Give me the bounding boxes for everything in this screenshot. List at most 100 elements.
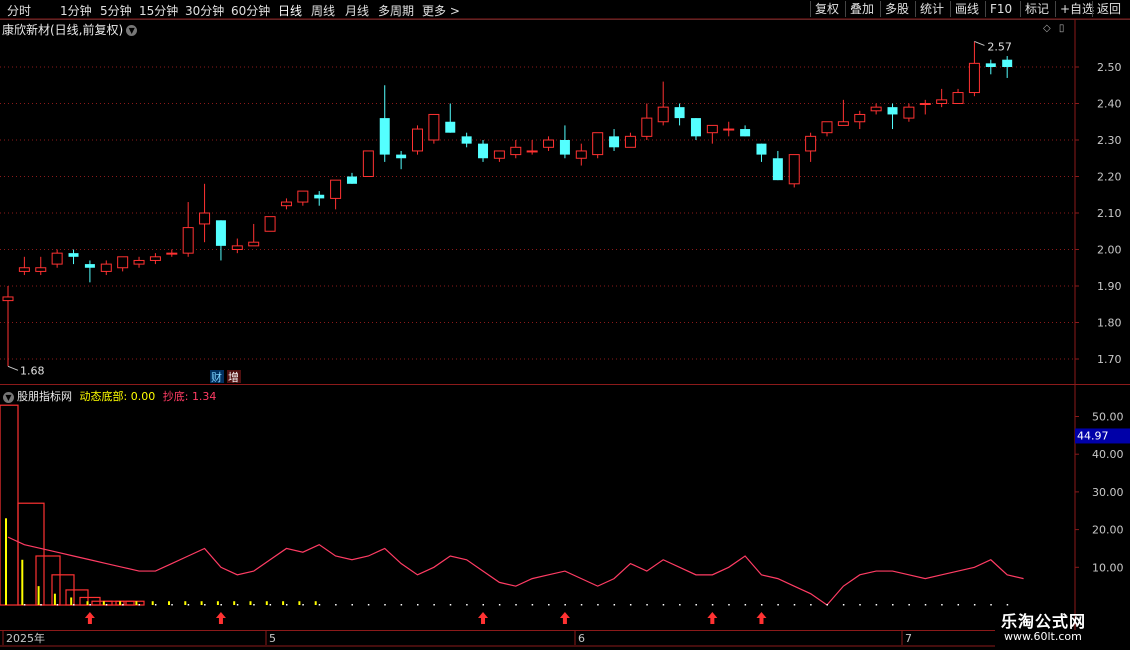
baseline-dot bbox=[826, 604, 828, 606]
candle-body-down bbox=[740, 129, 751, 137]
candle-body-up bbox=[412, 128, 423, 152]
high-marker-line bbox=[974, 40, 985, 46]
candle-body-down bbox=[215, 220, 226, 246]
baseline-dot bbox=[433, 604, 435, 606]
price-tick-label: 2.50 bbox=[1097, 61, 1122, 74]
candle-body-down bbox=[346, 176, 357, 184]
candle-body-up bbox=[493, 150, 505, 159]
buy-arrow-icon bbox=[215, 612, 226, 624]
baseline-dot bbox=[269, 604, 272, 606]
watermark-url: www.60lt.com bbox=[1004, 630, 1082, 643]
baseline-dot bbox=[466, 604, 468, 606]
baseline-dot bbox=[318, 604, 321, 606]
baseline-dot bbox=[548, 604, 550, 606]
candle-body-up bbox=[280, 201, 292, 207]
indicator-tick-label: 30.00 bbox=[1092, 486, 1124, 499]
candle-body-up bbox=[330, 179, 342, 199]
candle-body-up bbox=[2, 296, 14, 302]
candle-body-up bbox=[919, 103, 931, 105]
candle-body-up bbox=[297, 190, 309, 203]
candle-body-up bbox=[723, 128, 735, 131]
candle-body-up bbox=[182, 227, 194, 254]
baseline-dot bbox=[1006, 604, 1009, 606]
date-label: 7 bbox=[905, 632, 912, 645]
baseline-dot bbox=[449, 604, 452, 606]
candle-body-up bbox=[248, 241, 260, 247]
candle-body-up bbox=[624, 135, 636, 148]
baseline-dot bbox=[842, 604, 845, 606]
baseline-dot bbox=[711, 604, 714, 606]
candle-body-up bbox=[149, 256, 161, 261]
baseline-dot bbox=[138, 604, 141, 606]
date-label: 2025年 bbox=[6, 631, 45, 645]
baseline-dot bbox=[236, 604, 239, 606]
candle-body-down bbox=[985, 63, 996, 67]
candle-body-up bbox=[706, 124, 718, 134]
baseline-dot bbox=[564, 604, 566, 606]
baseline-dot bbox=[498, 604, 501, 606]
baseline-dot bbox=[924, 604, 927, 606]
candle-body-down bbox=[609, 136, 620, 148]
baseline-dot bbox=[285, 604, 288, 606]
buy-arrow-icon bbox=[559, 612, 570, 624]
baseline-dot bbox=[482, 604, 485, 606]
candle-body-up bbox=[870, 106, 882, 112]
candle-body-up bbox=[18, 267, 30, 272]
candle-body-up bbox=[133, 259, 145, 265]
indicator-tick-label: 50.00 bbox=[1092, 411, 1124, 424]
baseline-dot bbox=[531, 604, 534, 606]
baseline-dot bbox=[253, 604, 255, 606]
candle-body-up bbox=[821, 121, 833, 134]
baseline-dot bbox=[990, 604, 992, 606]
indicator-tick-label: 40.00 bbox=[1092, 448, 1124, 461]
buy-arrow-icon bbox=[707, 612, 718, 624]
candle-body-down bbox=[68, 253, 79, 257]
indicator-tick-label: 20.00 bbox=[1092, 524, 1124, 537]
price-tick-label: 2.20 bbox=[1097, 171, 1122, 184]
baseline-dot bbox=[875, 604, 878, 606]
date-label: 6 bbox=[578, 632, 585, 645]
candle-body-down bbox=[559, 140, 570, 155]
baseline-dot bbox=[580, 604, 583, 606]
price-tick-label: 2.40 bbox=[1097, 98, 1122, 111]
kline-chart[interactable]: 2.50 2.40 2.30 2.20 2.10 2.00 1.90 1.80 1.70 50.0… bbox=[0, 0, 1130, 650]
baseline-dot bbox=[351, 604, 353, 606]
candle-body-up bbox=[936, 99, 948, 104]
date-label: 5 bbox=[269, 632, 276, 645]
candle-body-up bbox=[575, 150, 587, 159]
price-tick-label: 2.10 bbox=[1097, 207, 1122, 220]
baseline-dot bbox=[679, 604, 681, 606]
low-price-label: 1.68 bbox=[20, 364, 45, 377]
baseline-dot bbox=[613, 604, 616, 606]
candle-body-up bbox=[117, 256, 129, 269]
candle-body-up bbox=[788, 154, 800, 185]
candle-body-down bbox=[445, 121, 456, 133]
baseline-dot bbox=[367, 604, 370, 606]
price-tick-label: 1.80 bbox=[1097, 317, 1122, 330]
baseline-dot bbox=[777, 604, 779, 606]
watermark-text: 乐淘公式网 bbox=[1001, 612, 1087, 631]
baseline-dot bbox=[56, 604, 59, 606]
low-marker-line bbox=[7, 365, 19, 371]
signal-box bbox=[0, 404, 19, 606]
baseline-dot bbox=[122, 604, 124, 606]
indicator-tick-label: 10.00 bbox=[1092, 561, 1124, 574]
signal-box bbox=[125, 600, 145, 606]
candle-body-up bbox=[362, 150, 374, 177]
buy-arrow-icon bbox=[84, 612, 95, 624]
baseline-dot bbox=[171, 604, 173, 606]
candle-body-up bbox=[968, 62, 980, 94]
baseline-dot bbox=[892, 604, 894, 606]
candle-body-up bbox=[264, 216, 276, 232]
buy-arrow-icon bbox=[756, 612, 767, 624]
price-tick-label: 2.00 bbox=[1097, 244, 1122, 257]
baseline-dot bbox=[744, 604, 747, 606]
baseline-dot bbox=[728, 604, 730, 606]
candle-body-up bbox=[854, 113, 866, 123]
baseline-dot bbox=[73, 604, 75, 606]
bottom-fish-line bbox=[7, 536, 1024, 606]
baseline-dot bbox=[302, 604, 304, 606]
baseline-dot bbox=[23, 604, 26, 606]
baseline-dot bbox=[973, 604, 976, 606]
baseline-dot bbox=[662, 604, 665, 606]
